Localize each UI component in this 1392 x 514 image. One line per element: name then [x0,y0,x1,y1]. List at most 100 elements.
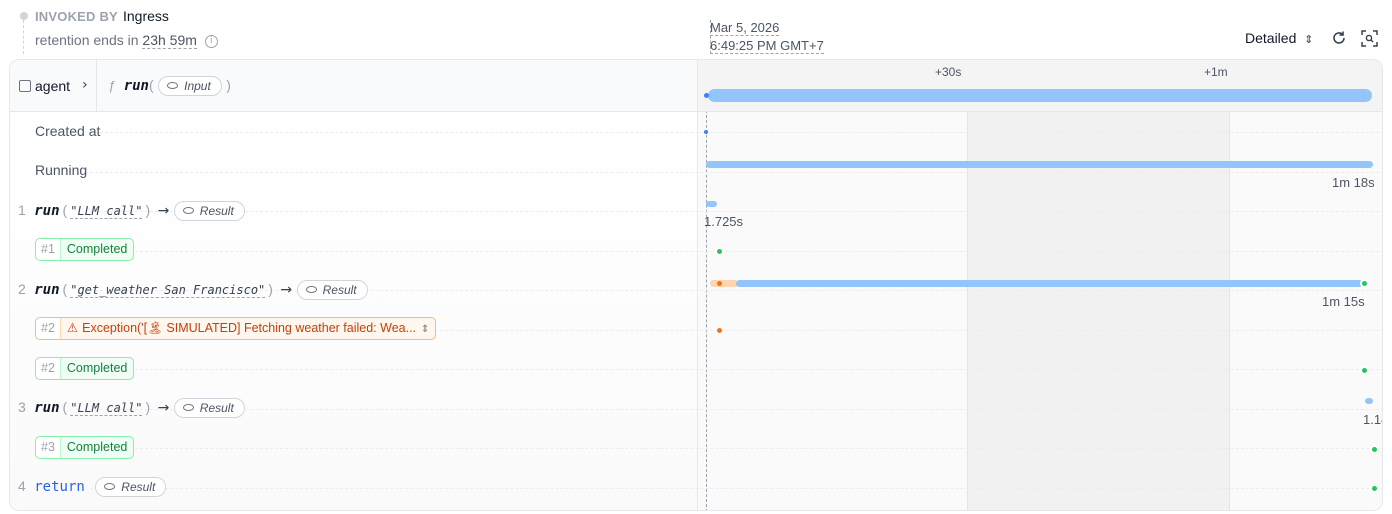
entry-status: Completed [66,440,128,454]
step-duration: 1.725s [704,214,744,229]
arrow-right-icon: → [280,282,293,298]
step-index: 3 [18,399,26,415]
completed-badge[interactable]: #1 Completed [35,238,135,261]
axis-tick-30s: +30s [935,65,962,79]
result-button[interactable]: Result [173,201,245,221]
entry-status: Completed [66,242,128,256]
result-button[interactable]: Result [296,280,368,300]
eye-icon [104,483,116,491]
eye-icon [182,207,194,215]
close-paren: ) [268,281,273,297]
running-bar[interactable] [706,161,1373,168]
invocation-start-dot [704,93,709,98]
row-line [90,409,1382,410]
step-index: 2 [18,281,26,297]
open-paren: ( [148,77,154,93]
warning-icon: ⚠ [66,320,79,335]
close-paren: ) [145,202,151,218]
step-row[interactable]: 3 run("LLM call") → Result [18,398,245,418]
step-argument: "LLM call" [70,401,143,416]
running-duration: 1m 18s [1332,175,1375,190]
entry-row[interactable]: #2 Completed [35,357,135,380]
result-button[interactable]: Result [173,398,245,418]
invocation-bar[interactable] [708,89,1372,102]
chevron-right-icon: › [82,77,88,93]
view-mode-select[interactable]: Detailed ⇕ [1245,30,1313,46]
entry-marker [1362,281,1367,286]
row-line [90,488,1382,489]
close-paren: ) [145,399,151,415]
invoked-by-dot [20,12,28,20]
step-row[interactable]: 2 run("get_weather San Francisco") → Res… [18,280,368,300]
eye-icon [182,404,194,412]
retention-info: retention ends in 23h 59m i [35,32,218,49]
handler-signature: ƒ run( Input ) [108,76,231,96]
step-row[interactable]: 1 run("LLM call") → Result [18,201,245,221]
close-paren: ) [226,77,231,93]
arrow-right-icon: → [157,400,170,416]
running-label: Running [35,162,88,178]
service-breadcrumb[interactable]: agent › [10,60,97,112]
open-paren: ( [62,399,68,415]
step-bar[interactable] [706,201,717,207]
chevron-updown-icon: ⇕ [421,324,430,335]
result-button[interactable]: Result [95,477,167,497]
entry-row[interactable]: #2 ⚠ Exception('[🏝 SIMULATED] Fetching wea… [35,317,437,340]
open-paren: ( [62,202,68,218]
invocation-panel: agent › ƒ run( Input ) +30s +1m Created … [9,59,1383,511]
entry-id: #3 [36,437,61,458]
result-label: Result [121,480,156,494]
retention-prefix: retention ends in [35,32,139,48]
step-argument: "get_weather San Francisco" [70,283,266,298]
entry-marker [717,249,722,254]
entry-status: Completed [66,361,128,375]
start-line [706,60,707,510]
entry-row[interactable]: #3 Completed [35,436,135,459]
row-line [90,172,1382,173]
completed-badge[interactable]: #2 Completed [35,357,135,380]
created-at-marker [704,130,708,134]
step-duration: 1.14 [1363,412,1382,427]
result-label: Result [199,401,234,415]
refresh-icon[interactable] [1330,29,1348,52]
step-function: run [34,203,60,219]
input-button[interactable]: Input [158,76,222,96]
exception-text: Exception('[🏝 SIMULATED] Fetching weathe… [82,321,417,335]
eye-icon [305,286,317,294]
axis-tick-1m: +1m [1204,65,1228,79]
retry-bar[interactable] [710,280,738,287]
entry-marker [1362,368,1367,373]
timeline-header [698,60,1382,112]
step-bar[interactable] [1365,398,1373,404]
cube-icon [19,80,31,92]
step-index: 4 [18,478,26,494]
entry-id: #2 [36,358,61,379]
error-marker [717,328,722,333]
exception-badge[interactable]: #2 ⚠ Exception('[🏝 SIMULATED] Fetching wea… [35,317,437,340]
view-mode-label: Detailed [1245,30,1297,46]
entry-marker [1372,486,1377,491]
column-divider[interactable] [697,60,698,510]
invoked-by-value[interactable]: Ingress [123,8,169,24]
row-line [90,369,1382,370]
entry-row[interactable]: #1 Completed [35,238,135,261]
entry-status: ⚠ Exception('[🏝 SIMULATED] Fetching weath… [61,318,436,339]
info-icon[interactable]: i [204,34,218,48]
step-index: 1 [18,202,26,218]
error-marker [717,281,722,286]
step-bar[interactable] [736,280,1363,287]
arrow-right-icon: → [157,203,170,219]
start-date: Mar 5, 2026 [710,20,780,36]
row-line [90,132,1382,133]
zoom-fit-icon[interactable] [1361,30,1378,52]
entry-id: #2 [36,318,61,339]
eye-icon [167,82,179,90]
start-time: 6:49:25 PM GMT+7 [710,38,824,54]
result-label: Result [322,283,357,297]
completed-badge[interactable]: #3 Completed [35,436,135,459]
chevron-updown-icon: ⇕ [1304,33,1314,46]
step-function: run [34,282,60,298]
created-at-label: Created at [35,123,101,139]
row-line [90,448,1382,449]
step-row[interactable]: 4 return Result [18,477,167,497]
